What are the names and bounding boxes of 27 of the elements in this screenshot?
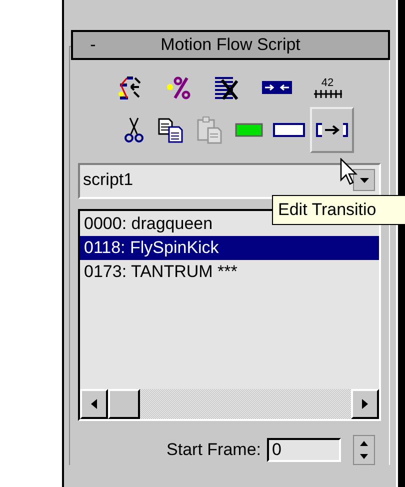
rollout-header[interactable]: - Motion Flow Script	[71, 30, 390, 60]
bracket-arrow-icon	[314, 122, 348, 138]
clip-list-item[interactable]: 0118: FlySpinKick	[80, 236, 379, 260]
filled-rectangle-icon	[234, 123, 262, 137]
frame-number: 42	[321, 78, 334, 88]
script-dropdown[interactable]: script1	[78, 163, 381, 199]
crossed-lines-icon	[212, 75, 240, 101]
left-arrow-icon	[91, 399, 97, 409]
dropdown-arrow-icon	[360, 178, 368, 182]
edit-transition-button[interactable]	[310, 107, 354, 153]
scroll-right-button[interactable]	[351, 389, 379, 419]
scroll-left-button[interactable]	[80, 389, 108, 419]
scroll-thumb[interactable]	[108, 389, 140, 419]
clip-list-item[interactable]: 0173: TANTRUM ***	[80, 260, 379, 284]
ruler-icon	[312, 88, 342, 98]
percent-icon	[164, 75, 192, 101]
spinner-control[interactable]	[353, 435, 375, 465]
start-frame-label: Start Frame:	[166, 440, 261, 460]
cut-icon	[124, 116, 144, 144]
ruler-button[interactable]: 42	[304, 71, 350, 105]
right-arrow-icon	[362, 399, 368, 409]
empty-rectangle-icon	[272, 123, 304, 137]
paste-icon	[194, 115, 224, 145]
start-frame-field[interactable]: 0	[267, 438, 341, 462]
pointer-cursor-icon	[340, 158, 358, 186]
copy-icon	[156, 116, 184, 144]
tooltip: Edit Transitio	[272, 195, 405, 225]
